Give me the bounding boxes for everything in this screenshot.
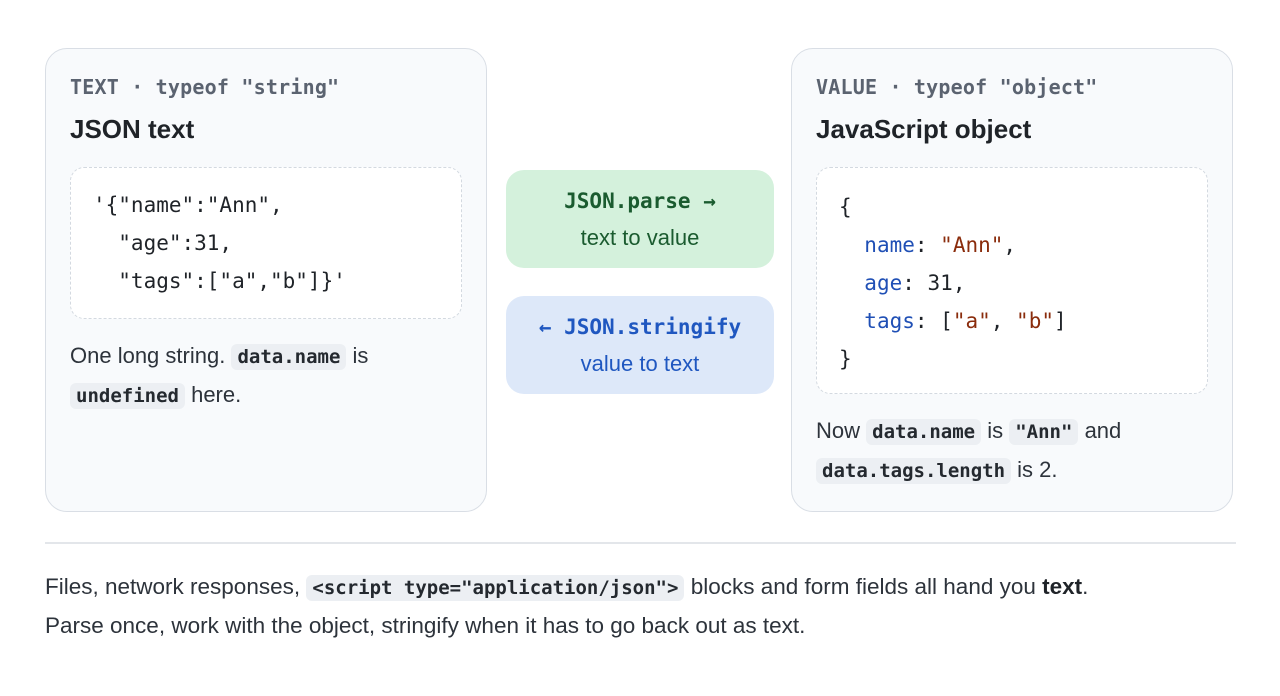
json-parse-label: JSON.parse → bbox=[564, 189, 716, 213]
object-key: tags bbox=[864, 309, 915, 333]
json-stringify-pill: ← JSON.stringify value to text bbox=[506, 296, 774, 394]
code-line: name: "Ann", bbox=[864, 233, 1017, 257]
note-text: here. bbox=[191, 382, 242, 407]
footer-emphasis: text bbox=[1042, 574, 1083, 599]
inline-code: data.name bbox=[231, 344, 347, 370]
json-stringify-label: ← JSON.stringify bbox=[538, 315, 742, 339]
note-text: Now bbox=[816, 418, 861, 443]
footer-text: Files, network responses, bbox=[45, 574, 301, 599]
footer-explanation: Files, network responses, <script type="… bbox=[45, 568, 1245, 645]
footer-text: Parse once, work with the object, string… bbox=[45, 613, 806, 638]
note-text: One long string. bbox=[70, 343, 226, 368]
text-type-label: TEXT · typeof "string" bbox=[70, 75, 340, 99]
note-text: is 2. bbox=[1017, 457, 1058, 482]
divider bbox=[45, 542, 1236, 544]
value-type-label: VALUE · typeof "object" bbox=[816, 75, 1098, 99]
javascript-object-card: VALUE · typeof "object" JavaScript objec… bbox=[791, 48, 1233, 512]
json-parse-caption: text to value bbox=[580, 225, 700, 250]
string-value: "b" bbox=[1016, 309, 1054, 333]
footer-text: . bbox=[1082, 574, 1089, 599]
note-text: is bbox=[987, 418, 1004, 443]
json-parse-pill: JSON.parse → text to value bbox=[506, 170, 774, 268]
note-text: is bbox=[352, 343, 369, 368]
inline-code: <script type="application/json"> bbox=[306, 575, 685, 601]
json-text-code-block: '{"name":"Ann", "age":31, "tags":["a","b… bbox=[70, 167, 462, 319]
code-line: age: 31, bbox=[864, 271, 966, 295]
inline-code: data.name bbox=[866, 419, 982, 445]
footer-text: blocks and form fields all hand you bbox=[690, 574, 1036, 599]
code-line: "tags":["a","b"]}' bbox=[93, 269, 346, 293]
inline-code: undefined bbox=[70, 383, 185, 409]
object-key: age bbox=[864, 271, 903, 295]
note-text: and bbox=[1084, 418, 1122, 443]
json-text-card: TEXT · typeof "string" JSON text '{"name… bbox=[45, 48, 487, 512]
code-line: "age":31, bbox=[93, 231, 233, 255]
javascript-object-title: JavaScript object bbox=[816, 114, 1032, 144]
number-value: 31 bbox=[927, 271, 953, 295]
inline-code: "Ann" bbox=[1009, 419, 1079, 445]
object-key: name bbox=[864, 233, 915, 257]
code-line: } bbox=[839, 340, 1207, 378]
string-value: "Ann" bbox=[940, 233, 1004, 257]
json-text-title: JSON text bbox=[70, 114, 195, 144]
code-line: tags: ["a", "b"] bbox=[864, 309, 1067, 333]
inline-code: data.tags.length bbox=[816, 458, 1012, 484]
object-note: Now data.name is "Ann" and data.tags.len… bbox=[816, 412, 1208, 490]
json-text-note: One long string. data.name is undefined … bbox=[70, 337, 462, 415]
code-line: { bbox=[839, 188, 1207, 226]
json-stringify-caption: value to text bbox=[580, 351, 700, 376]
object-code-block: { name: "Ann", age: 31, tags: ["a", "b"]… bbox=[816, 167, 1208, 394]
brace: } bbox=[839, 347, 852, 371]
brace: { bbox=[839, 195, 852, 219]
string-value: "a" bbox=[952, 309, 991, 333]
code-line: '{"name":"Ann", bbox=[93, 193, 283, 217]
